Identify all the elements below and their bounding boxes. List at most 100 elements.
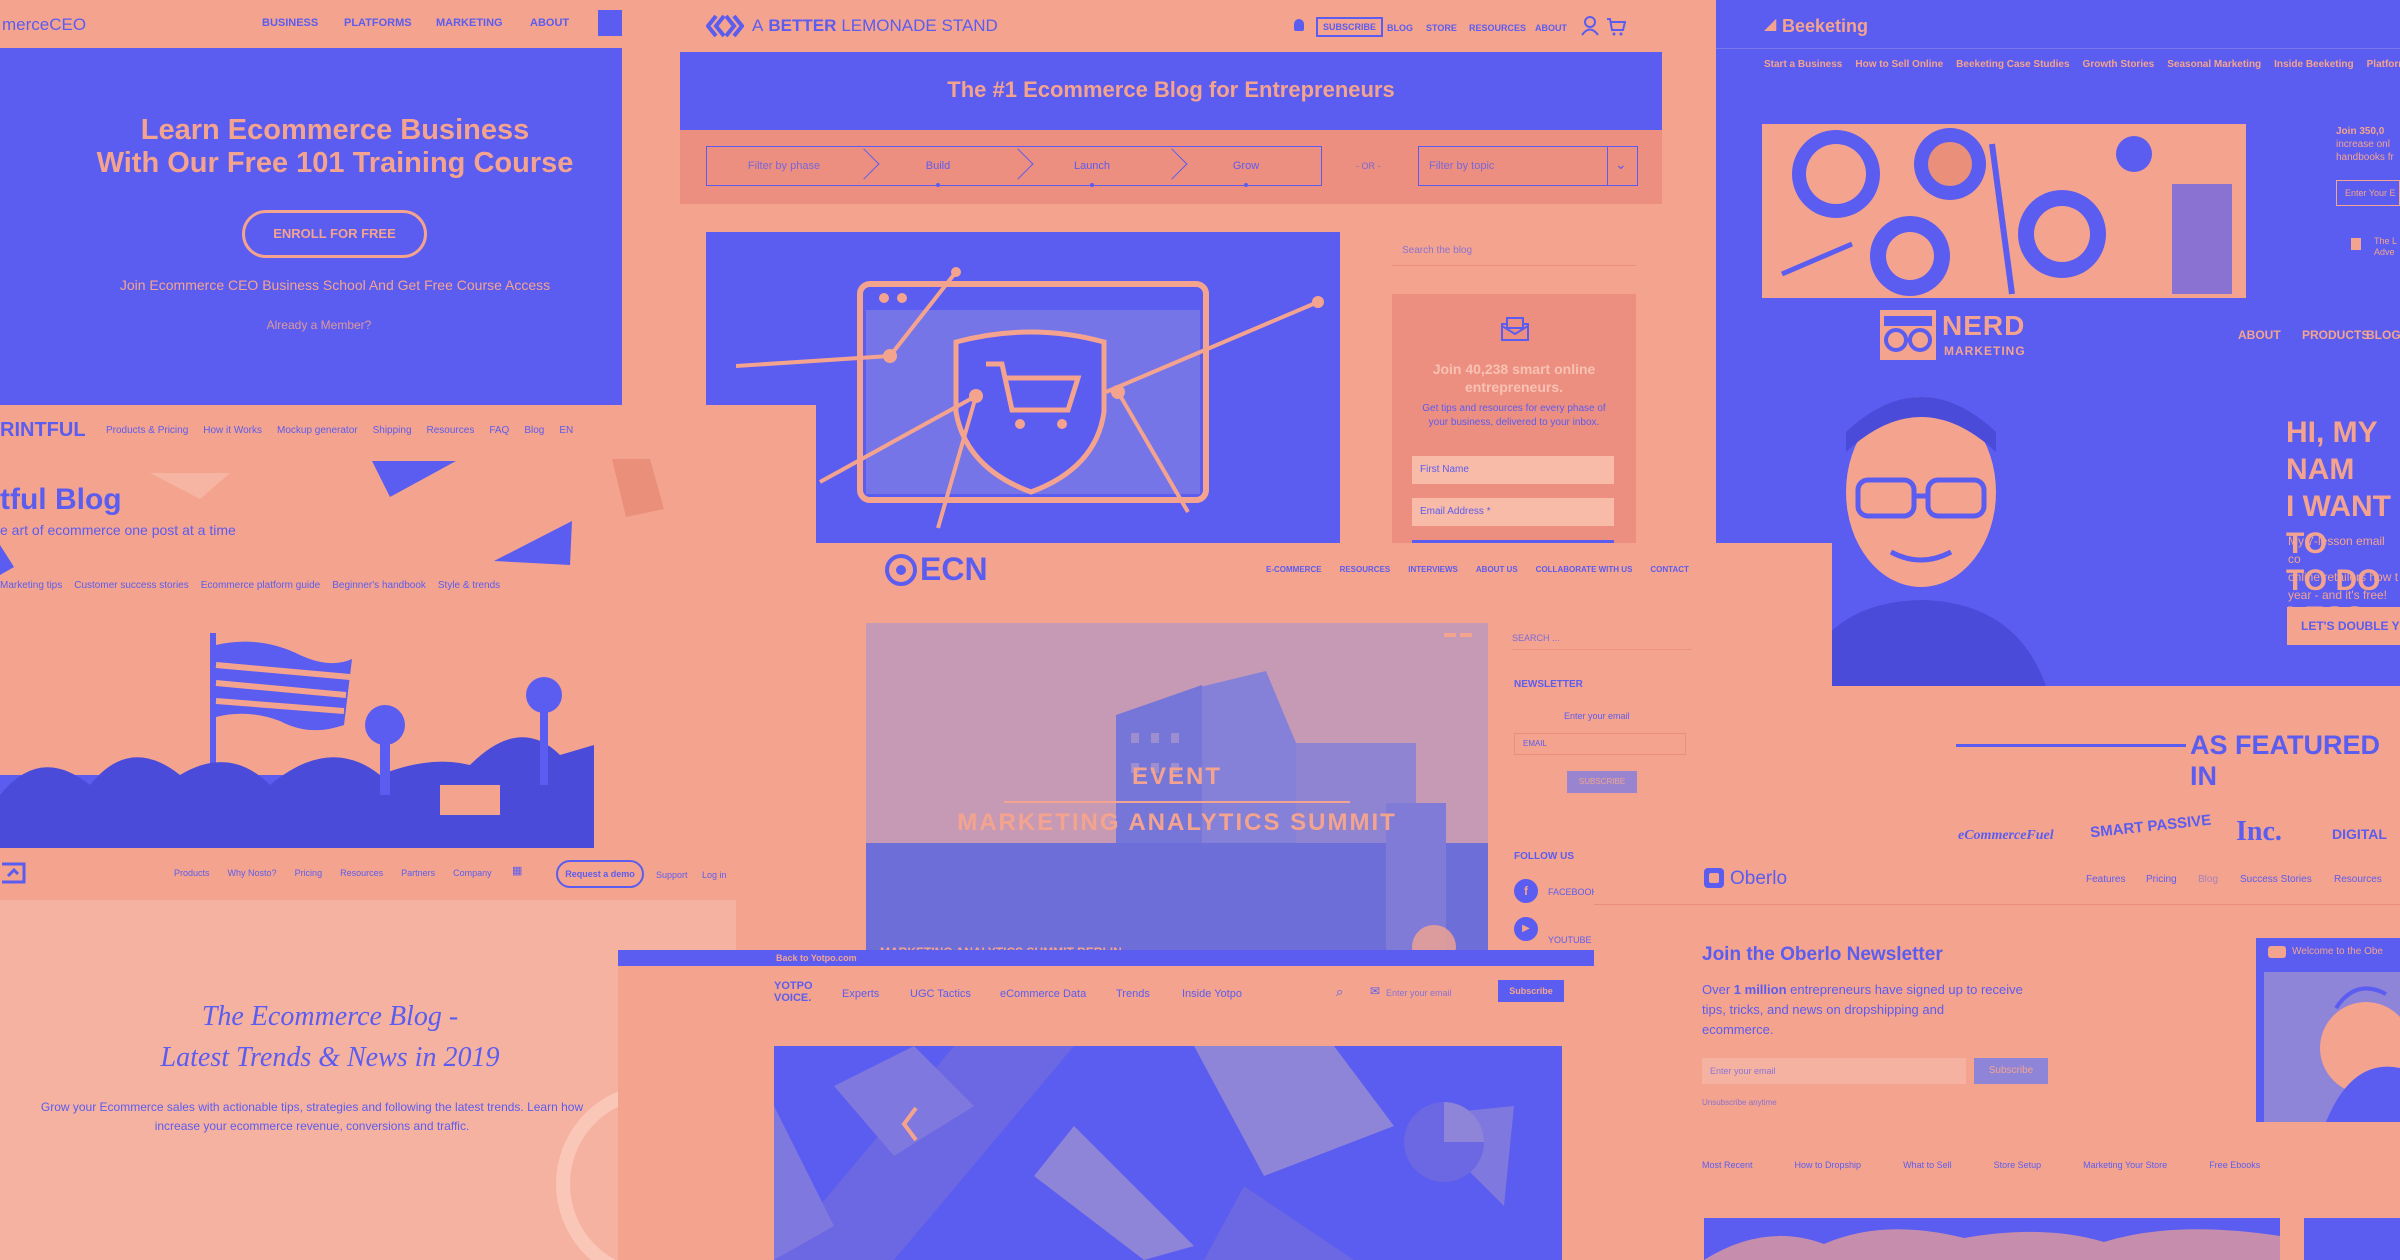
post-thumbnail[interactable] bbox=[1704, 1218, 2280, 1260]
nav-seasonal[interactable]: Seasonal Marketing bbox=[2167, 59, 2261, 70]
tab-most-recent[interactable]: Most Recent bbox=[1702, 1160, 1753, 1170]
nav-resources[interactable]: RESOURCES bbox=[1469, 23, 1526, 33]
nav-products[interactable]: PRODUCTS bbox=[2302, 328, 2369, 342]
ecn-email-field[interactable]: EMAIL bbox=[1514, 733, 1686, 755]
nav-why-nosto[interactable]: Why Nosto? bbox=[228, 868, 277, 878]
phase-grow[interactable]: Grow bbox=[1169, 147, 1323, 185]
nav-inside[interactable]: Inside Beeketing bbox=[2274, 59, 2353, 70]
nav-resources[interactable]: RESOURCES bbox=[1340, 565, 1391, 574]
nav-blog[interactable]: Blog bbox=[2198, 874, 2218, 885]
nav-ecommerce-data[interactable]: eCommerce Data bbox=[1000, 988, 1086, 1000]
account-icon[interactable] bbox=[1581, 16, 1599, 36]
request-demo-button[interactable]: Request a demo bbox=[556, 860, 644, 888]
nav-ecommerce[interactable]: E-COMMERCE bbox=[1266, 565, 1322, 574]
tab-free-ebooks[interactable]: Free Ebooks bbox=[2209, 1160, 2260, 1170]
header-cta-button[interactable] bbox=[598, 10, 622, 36]
facebook-icon[interactable]: f bbox=[1514, 879, 1538, 903]
yotpo-logo[interactable]: YOTPO VOICE. bbox=[774, 980, 813, 1004]
cart-icon[interactable] bbox=[1606, 16, 1626, 36]
ecn-search-field[interactable]: SEARCH ... bbox=[1512, 633, 1692, 650]
nav-contact[interactable]: CONTACT bbox=[1650, 565, 1689, 574]
nav-inside-yotpo[interactable]: Inside Yotpo bbox=[1182, 988, 1242, 1000]
nav-about[interactable]: ABOUT bbox=[2238, 328, 2281, 342]
nav-shipping[interactable]: Shipping bbox=[373, 425, 412, 436]
nav-platforms[interactable]: Platforms bbox=[2367, 59, 2400, 70]
member-link[interactable]: Already a Member? bbox=[0, 318, 622, 332]
nav-store[interactable]: STORE bbox=[1426, 23, 1457, 33]
yotpo-subscribe-button[interactable]: Subscribe bbox=[1498, 980, 1564, 1002]
tab-how-to-dropship[interactable]: How to Dropship bbox=[1795, 1160, 1862, 1170]
subscribe-nav-button[interactable]: SUBSCRIBE bbox=[1316, 17, 1384, 37]
nav-features[interactable]: Features bbox=[2086, 874, 2125, 885]
nav-about-us[interactable]: ABOUT US bbox=[1476, 565, 1518, 574]
nav-resources[interactable]: Resources bbox=[427, 425, 475, 436]
nav-success-stories[interactable]: Success Stories bbox=[2240, 874, 2312, 885]
first-name-field[interactable]: First Name bbox=[1412, 456, 1614, 484]
cat-platform[interactable]: Ecommerce platform guide bbox=[201, 580, 321, 591]
youtube-link[interactable]: YOUTUBE bbox=[1548, 935, 1592, 945]
event-hero-image[interactable]: EVENT MARKETING ANALYTICS SUMMIT MARKETI… bbox=[866, 623, 1488, 963]
tab-store-setup[interactable]: Store Setup bbox=[1994, 1160, 2042, 1170]
printful-hero-image[interactable] bbox=[0, 625, 594, 857]
nav-products-pricing[interactable]: Products & Pricing bbox=[106, 425, 188, 436]
cat-style[interactable]: Style & trends bbox=[438, 580, 500, 591]
nav-partners[interactable]: Partners bbox=[401, 868, 435, 878]
nav-platforms[interactable]: PLATFORMS bbox=[344, 17, 412, 29]
welcome-video-card[interactable]: Welcome to the Obe bbox=[2256, 938, 2400, 1122]
oberlo-logo[interactable]: Oberlo bbox=[1730, 868, 1787, 890]
tab-marketing[interactable]: Marketing Your Store bbox=[2083, 1160, 2167, 1170]
lightbulb-icon[interactable] bbox=[1294, 19, 1304, 31]
nav-resources[interactable]: Resources bbox=[2334, 874, 2382, 885]
nosto-logo-icon[interactable] bbox=[0, 860, 26, 886]
lemonade-logo[interactable]: A BETTER LEMONADE STAND bbox=[752, 16, 998, 36]
nav-pricing[interactable]: Pricing bbox=[2146, 874, 2177, 885]
nav-language[interactable]: EN bbox=[559, 425, 573, 436]
cat-marketing[interactable]: Marketing tips bbox=[0, 580, 62, 591]
beeketing-logo[interactable]: Beeketing bbox=[1782, 16, 1868, 37]
ecn-subscribe-button[interactable]: SUBSCRIBE bbox=[1567, 771, 1637, 793]
nav-about[interactable]: ABOUT bbox=[1535, 23, 1567, 33]
nav-company[interactable]: Company bbox=[453, 868, 492, 878]
facebook-link[interactable]: FACEBOOK bbox=[1548, 887, 1598, 897]
phase-build[interactable]: Build bbox=[861, 147, 1015, 185]
nav-experts[interactable]: Experts bbox=[842, 988, 879, 1000]
nerd-cta-button[interactable]: LET'S DOUBLE Y bbox=[2287, 607, 2400, 645]
nav-trends[interactable]: Trends bbox=[1116, 988, 1150, 1000]
nav-start-business[interactable]: Start a Business bbox=[1764, 59, 1842, 70]
flag-icon[interactable]: ▦ bbox=[512, 864, 522, 877]
nav-growth[interactable]: Growth Stories bbox=[2083, 59, 2155, 70]
beeketing-email-field[interactable]: Enter Your E bbox=[2336, 180, 2400, 206]
nav-pricing[interactable]: Pricing bbox=[295, 868, 323, 878]
nav-ugc-tactics[interactable]: UGC Tactics bbox=[910, 988, 971, 1000]
cat-success[interactable]: Customer success stories bbox=[74, 580, 188, 591]
beeketing-hero-image[interactable] bbox=[1762, 124, 2246, 300]
yotpo-email-field[interactable]: Enter your email bbox=[1386, 988, 1452, 998]
oberlo-email-field[interactable]: Enter your email bbox=[1702, 1058, 1966, 1084]
ecn-logo[interactable]: ECN bbox=[920, 551, 988, 588]
nav-interviews[interactable]: INTERVIEWS bbox=[1408, 565, 1458, 574]
nav-blog[interactable]: BLOG bbox=[2366, 328, 2400, 342]
yotpo-hero-image[interactable] bbox=[774, 1046, 1562, 1260]
enroll-button[interactable]: ENROLL FOR FREE bbox=[242, 210, 427, 258]
oberlo-subscribe-button[interactable]: Subscribe bbox=[1974, 1058, 2048, 1084]
support-link[interactable]: Support bbox=[656, 870, 688, 880]
nav-resources[interactable]: Resources bbox=[340, 868, 383, 878]
nav-blog[interactable]: BLOG bbox=[1387, 23, 1413, 33]
nav-business[interactable]: BUSINESS bbox=[262, 17, 318, 29]
nav-faq[interactable]: FAQ bbox=[489, 425, 509, 436]
nav-sell-online[interactable]: How to Sell Online bbox=[1855, 59, 1943, 70]
beeketing-sidebar-item[interactable]: The L Adve bbox=[2374, 236, 2397, 258]
youtube-icon[interactable]: ▶ bbox=[1514, 917, 1538, 941]
nerd-logo[interactable]: NERD bbox=[1942, 310, 2025, 342]
nav-collaborate[interactable]: COLLABORATE WITH US bbox=[1536, 565, 1633, 574]
nav-blog[interactable]: Blog bbox=[524, 425, 544, 436]
nav-mockup[interactable]: Mockup generator bbox=[277, 425, 358, 436]
nav-case-studies[interactable]: Beeketing Case Studies bbox=[1956, 59, 2069, 70]
printful-logo[interactable]: RINTFUL bbox=[0, 419, 86, 442]
email-field[interactable]: Email Address * bbox=[1412, 498, 1614, 526]
login-link[interactable]: Log in bbox=[702, 870, 727, 880]
nav-marketing[interactable]: MARKETING bbox=[436, 17, 503, 29]
phase-launch[interactable]: Launch bbox=[1015, 147, 1169, 185]
filter-by-phase[interactable]: Filter by phase bbox=[707, 147, 861, 185]
back-link[interactable]: Back to Yotpo.com bbox=[776, 953, 857, 963]
